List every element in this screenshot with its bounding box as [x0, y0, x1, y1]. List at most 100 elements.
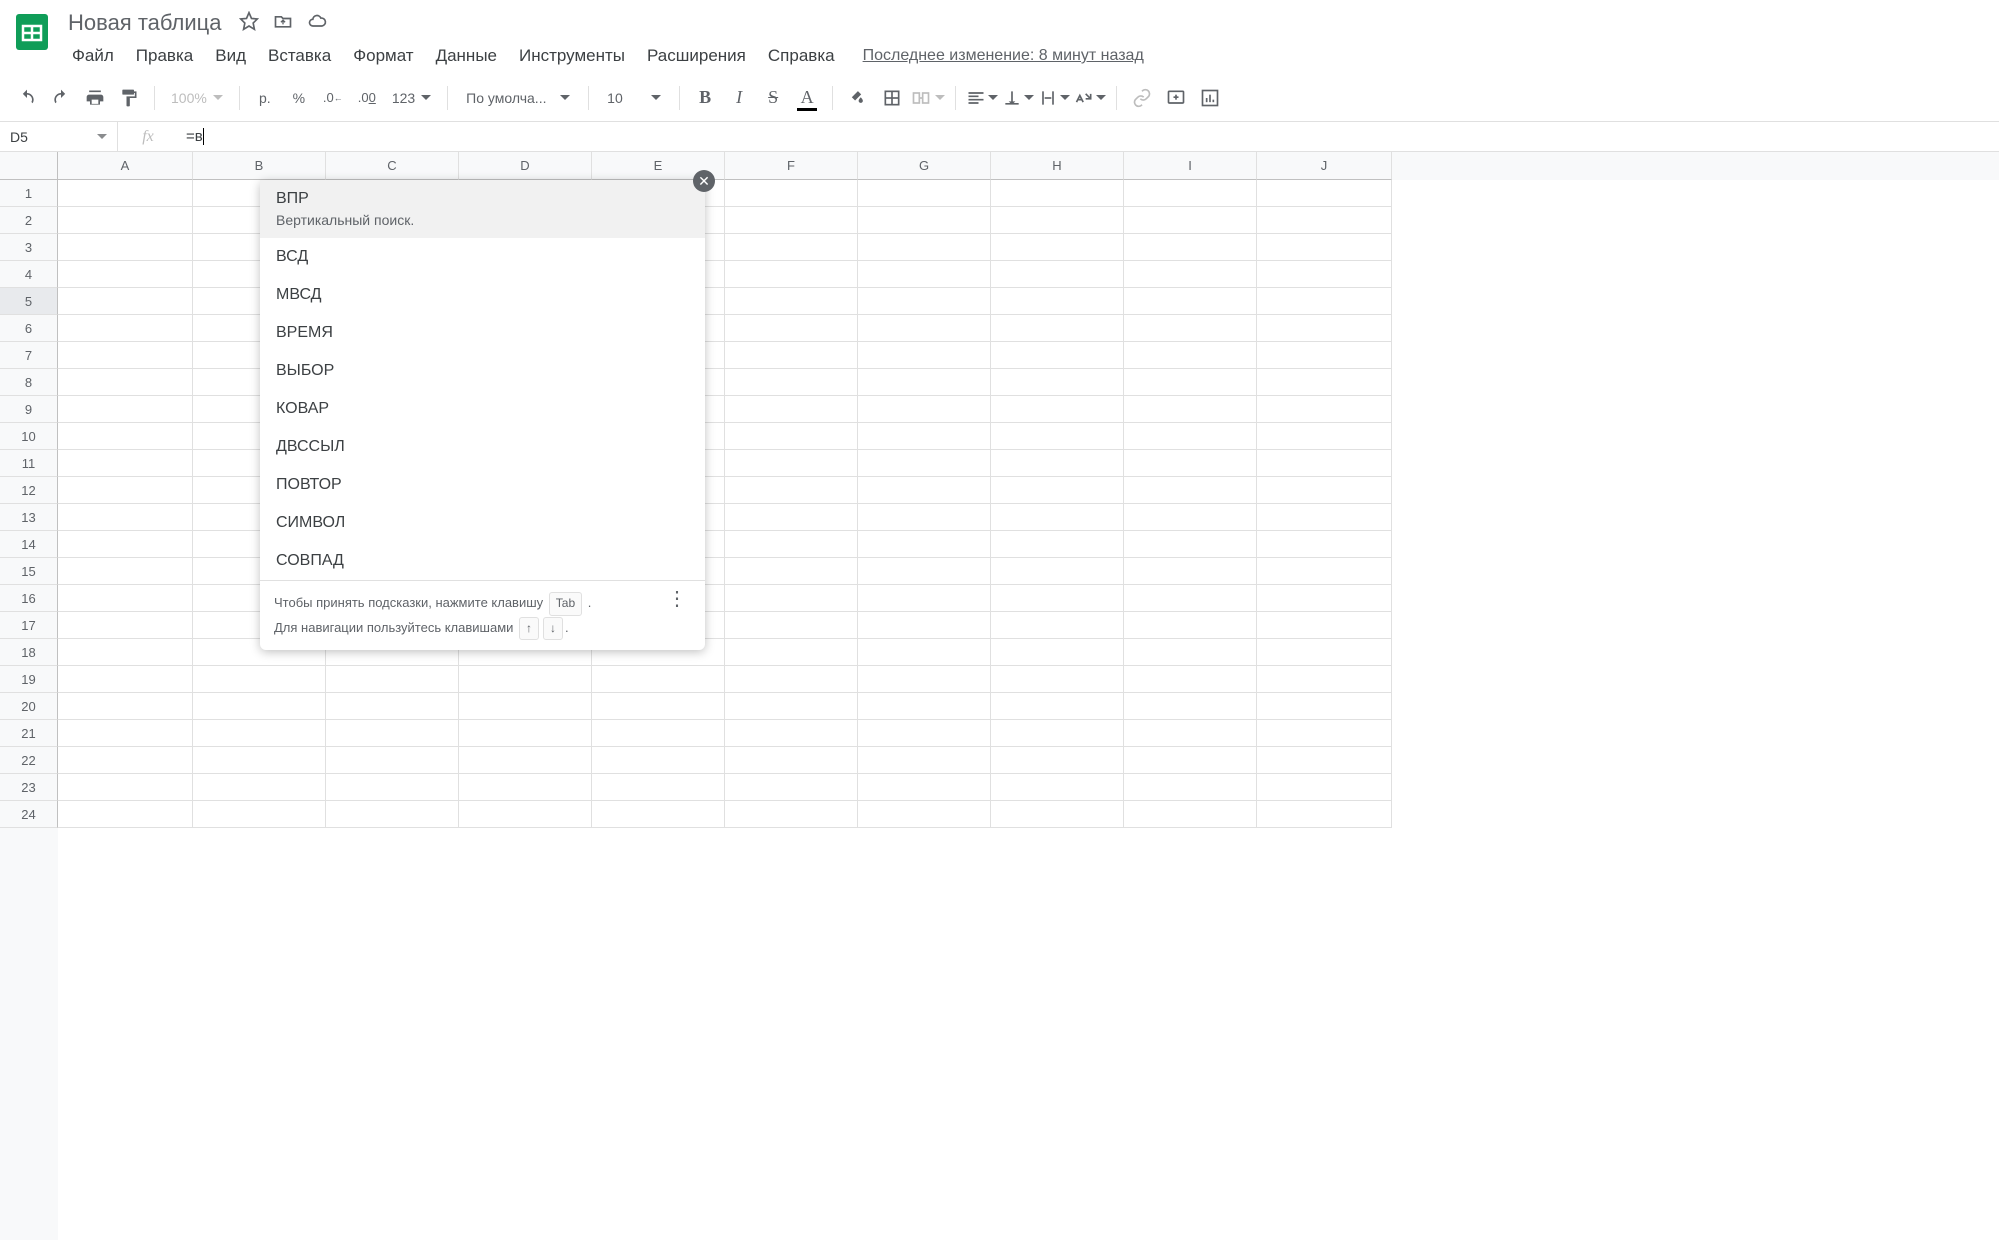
insert-chart-button[interactable]: [1195, 83, 1225, 113]
cell[interactable]: [991, 396, 1124, 423]
cell[interactable]: [1124, 396, 1257, 423]
cloud-icon[interactable]: [307, 11, 327, 36]
row-header[interactable]: 11: [0, 450, 58, 477]
column-header[interactable]: H: [991, 152, 1124, 180]
cell[interactable]: [1124, 558, 1257, 585]
decrease-decimal-button[interactable]: .0←: [318, 83, 348, 113]
cell[interactable]: [1124, 720, 1257, 747]
font-family-select[interactable]: По умолча...: [458, 83, 578, 113]
autocomplete-item[interactable]: ПОВТОР: [260, 466, 705, 504]
cell[interactable]: [58, 180, 193, 207]
cell[interactable]: [1257, 801, 1392, 828]
cell[interactable]: [1124, 450, 1257, 477]
row-header[interactable]: 17: [0, 612, 58, 639]
cell[interactable]: [991, 801, 1124, 828]
cell[interactable]: [991, 720, 1124, 747]
document-title[interactable]: Новая таблица: [62, 8, 227, 38]
cell[interactable]: [858, 396, 991, 423]
cell[interactable]: [1257, 342, 1392, 369]
autocomplete-item[interactable]: ВПРВертикальный поиск.: [260, 180, 705, 238]
text-wrap-button[interactable]: [1038, 83, 1070, 113]
cell[interactable]: [725, 693, 858, 720]
print-button[interactable]: [80, 83, 110, 113]
cell[interactable]: [858, 423, 991, 450]
autocomplete-item[interactable]: ВСД: [260, 238, 705, 276]
cell[interactable]: [725, 234, 858, 261]
cell[interactable]: [725, 369, 858, 396]
menu-формат[interactable]: Формат: [343, 42, 423, 70]
column-header[interactable]: C: [326, 152, 459, 180]
cell[interactable]: [725, 450, 858, 477]
cell[interactable]: [193, 666, 326, 693]
cell[interactable]: [193, 693, 326, 720]
text-rotation-button[interactable]: [1074, 83, 1106, 113]
row-header[interactable]: 5: [0, 288, 58, 315]
cell[interactable]: [858, 720, 991, 747]
font-size-select[interactable]: 10: [599, 83, 669, 113]
cell[interactable]: [1124, 369, 1257, 396]
column-header[interactable]: A: [58, 152, 193, 180]
cell[interactable]: [459, 774, 592, 801]
cell[interactable]: [858, 558, 991, 585]
cell[interactable]: [592, 801, 725, 828]
text-color-button[interactable]: A: [792, 83, 822, 113]
cell[interactable]: [725, 801, 858, 828]
cell[interactable]: [58, 531, 193, 558]
move-icon[interactable]: [273, 11, 293, 36]
cell[interactable]: [991, 477, 1124, 504]
cell[interactable]: [858, 180, 991, 207]
cell[interactable]: [1124, 342, 1257, 369]
close-icon[interactable]: ✕: [693, 170, 715, 192]
cell[interactable]: [858, 774, 991, 801]
row-header[interactable]: 4: [0, 261, 58, 288]
cell[interactable]: [1257, 288, 1392, 315]
cell[interactable]: [58, 558, 193, 585]
cell[interactable]: [58, 315, 193, 342]
cell[interactable]: [1124, 180, 1257, 207]
cell[interactable]: [1257, 261, 1392, 288]
italic-button[interactable]: I: [724, 83, 754, 113]
more-formats-button[interactable]: 123: [386, 83, 437, 113]
cell[interactable]: [326, 666, 459, 693]
cell[interactable]: [991, 504, 1124, 531]
cell[interactable]: [858, 531, 991, 558]
row-header[interactable]: 23: [0, 774, 58, 801]
cell[interactable]: [725, 639, 858, 666]
cell[interactable]: [991, 612, 1124, 639]
column-header[interactable]: D: [459, 152, 592, 180]
currency-button[interactable]: р.: [250, 83, 280, 113]
cell[interactable]: [858, 261, 991, 288]
cell[interactable]: [858, 234, 991, 261]
spreadsheet-grid[interactable]: ABCDEFGHIJ 12345678910111213141516171819…: [0, 152, 1999, 1240]
cell[interactable]: [326, 774, 459, 801]
cell[interactable]: [725, 504, 858, 531]
autocomplete-item[interactable]: СОВПАД: [260, 542, 705, 580]
cell[interactable]: [1257, 585, 1392, 612]
cell[interactable]: [725, 342, 858, 369]
cell[interactable]: [991, 207, 1124, 234]
row-header[interactable]: 14: [0, 531, 58, 558]
cell[interactable]: [725, 747, 858, 774]
cell[interactable]: [1257, 747, 1392, 774]
cell[interactable]: [1124, 747, 1257, 774]
cell[interactable]: [1124, 261, 1257, 288]
cell[interactable]: [58, 207, 193, 234]
cell[interactable]: [725, 261, 858, 288]
cell[interactable]: [858, 504, 991, 531]
cell[interactable]: [991, 450, 1124, 477]
menu-правка[interactable]: Правка: [126, 42, 203, 70]
cell[interactable]: [858, 747, 991, 774]
borders-button[interactable]: [877, 83, 907, 113]
cell[interactable]: [858, 801, 991, 828]
cell[interactable]: [1124, 504, 1257, 531]
cell[interactable]: [725, 207, 858, 234]
cell[interactable]: [991, 234, 1124, 261]
cell[interactable]: [991, 369, 1124, 396]
cell[interactable]: [725, 558, 858, 585]
cell[interactable]: [592, 774, 725, 801]
cell[interactable]: [1257, 639, 1392, 666]
column-header[interactable]: J: [1257, 152, 1392, 180]
cell[interactable]: [459, 801, 592, 828]
cell[interactable]: [1257, 396, 1392, 423]
cell[interactable]: [459, 693, 592, 720]
